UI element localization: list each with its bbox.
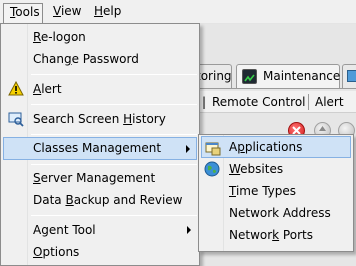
menu-item-search-screen-history-key: H <box>123 112 133 126</box>
menu-item-alert[interactable]: Alert <box>3 78 197 100</box>
submenu-item-applications-key: p <box>237 140 245 154</box>
menu-item-options-post: ptions <box>42 245 80 259</box>
menu-tools-post: ools <box>15 5 40 19</box>
menu-help[interactable]: Help <box>88 3 127 22</box>
toolbar-divider <box>308 94 309 110</box>
menu-separator <box>31 215 197 216</box>
tab-monitoring-label: toring <box>196 69 232 83</box>
remote-control-button[interactable]: Remote Control <box>212 95 306 109</box>
tools-menu: Re-logon Change Password Alert Search Sc… <box>0 23 200 266</box>
menu-help-post: elp <box>103 4 122 18</box>
classes-management-submenu: Applications Websites Time Types Network… <box>198 134 354 252</box>
submenu-item-websites[interactable]: Websites <box>201 158 351 180</box>
menu-item-server-management-key: S <box>33 171 41 185</box>
menu-separator <box>31 134 197 135</box>
menu-item-search-screen-history[interactable]: Search Screen History <box>3 108 197 130</box>
menu-item-re-logon-key: R <box>33 30 41 44</box>
menu-item-agent-tool-label: Agent Tool <box>33 223 96 237</box>
toolbar-separator: | <box>202 95 207 109</box>
menu-item-data-backup-review-post: ackup and Review <box>73 193 183 207</box>
maintenance-icon <box>242 69 257 84</box>
monitor-icon <box>347 70 356 82</box>
menu-help-key: H <box>94 4 104 18</box>
menu-item-change-password-pre: Chan <box>33 52 64 66</box>
menu-item-classes-management-label: Classes Management <box>33 141 162 155</box>
menu-separator <box>31 164 197 165</box>
menu-item-change-password-post: e Password <box>71 52 139 66</box>
menu-item-data-backup-review[interactable]: Data Backup and Review <box>3 189 197 211</box>
menu-item-change-password-key: g <box>63 52 72 66</box>
menu-item-agent-tool[interactable]: Agent Tool <box>3 219 197 241</box>
search-screen-icon <box>8 111 24 127</box>
submenu-item-network-address-label: Network Address <box>229 206 331 220</box>
menu-separator <box>31 74 197 75</box>
menu-view-key: V <box>53 4 61 18</box>
menu-item-alert-post: lert <box>41 82 62 96</box>
menu-item-classes-management[interactable]: Classes Management <box>3 137 197 160</box>
tab-next[interactable] <box>342 64 356 88</box>
tab-maintenance-label: Maintenance <box>263 69 341 83</box>
submenu-item-websites-post: ebsites <box>240 162 284 176</box>
menu-bar: Tools View Help <box>0 0 356 24</box>
menu-view-post: iew <box>60 4 82 18</box>
submenu-item-network-ports[interactable]: Network Ports <box>201 224 351 246</box>
submenu-item-applications-pre: A <box>229 140 238 154</box>
applications-icon <box>205 140 221 156</box>
submenu-item-time-types[interactable]: Time Types <box>201 180 351 202</box>
submenu-item-time-types-post: ime Types <box>235 184 297 198</box>
warning-icon <box>8 80 24 97</box>
menu-item-re-logon[interactable]: Re-logon <box>3 26 197 48</box>
menu-item-data-backup-review-key: B <box>65 193 74 207</box>
submenu-arrow-icon <box>186 145 190 153</box>
submenu-item-network-ports-post: Ports <box>279 228 313 242</box>
menu-item-server-management[interactable]: Server Management <box>3 167 197 189</box>
submenu-item-applications[interactable]: Applications <box>201 136 351 158</box>
globe-icon <box>204 161 220 177</box>
menu-item-data-backup-review-pre: Data <box>33 193 66 207</box>
menu-item-server-management-post: erver Management <box>40 171 156 185</box>
submenu-item-websites-key: W <box>229 162 241 176</box>
tab-maintenance[interactable]: Maintenance <box>236 64 340 88</box>
menu-item-change-password[interactable]: Change Password <box>3 48 197 70</box>
menu-item-options[interactable]: Options <box>3 241 197 263</box>
menu-item-alert-key: A <box>33 82 42 96</box>
menu-separator <box>31 104 197 105</box>
menu-item-search-screen-history-post: istory <box>132 112 166 126</box>
submenu-item-applications-post: plications <box>244 140 303 154</box>
menu-tools[interactable]: Tools <box>3 3 43 24</box>
menu-view[interactable]: View <box>47 3 87 22</box>
submenu-item-time-types-key: T <box>229 184 236 198</box>
submenu-arrow-icon <box>187 226 191 234</box>
submenu-item-network-address[interactable]: Network Address <box>201 202 351 224</box>
menu-item-search-screen-history-pre: Search Screen <box>33 112 124 126</box>
alert-button[interactable]: Alert <box>315 95 344 109</box>
submenu-item-network-ports-pre: Networ <box>229 228 273 242</box>
menu-item-re-logon-post: e-logon <box>40 30 86 44</box>
